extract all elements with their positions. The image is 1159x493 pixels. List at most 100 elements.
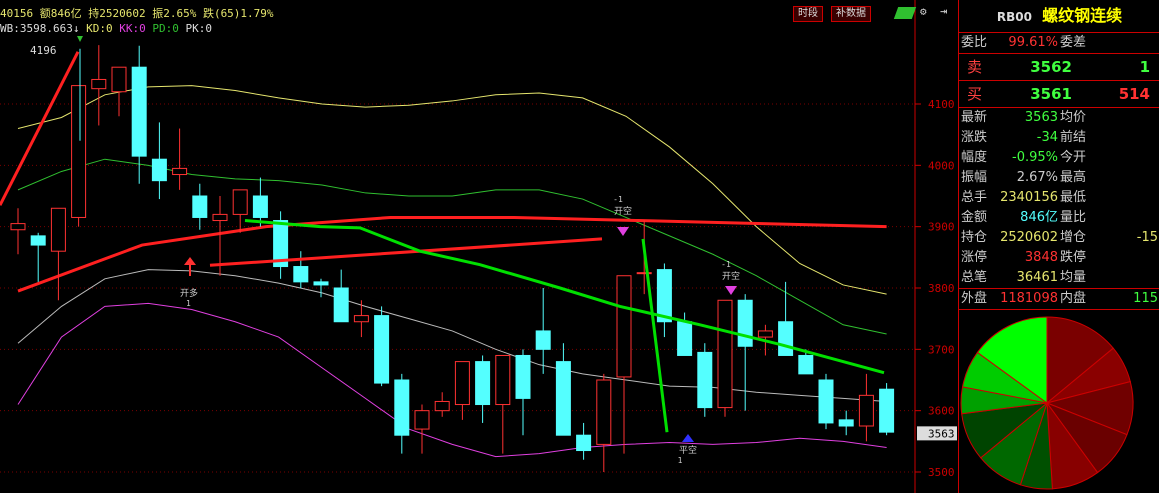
candle-body <box>495 354 511 406</box>
candle-body <box>555 361 571 436</box>
indicator-wb: WB:3598.663↓ <box>0 22 80 35</box>
quote-row: 持仓 2520602 增仓 -15 <box>961 230 1158 245</box>
outer-inner-row: 外盘 1181098 内盘 115 <box>961 291 1158 306</box>
collapse-arrow-icon[interactable]: ⇥ <box>940 4 947 18</box>
trend-line-steep <box>641 238 669 433</box>
indicator-kk: KK:0 <box>119 22 146 35</box>
buy-sell-pie <box>960 316 1134 490</box>
trend-line-support <box>209 237 603 267</box>
open-long-label: 开多 <box>180 287 198 299</box>
candle-body <box>394 379 410 436</box>
indicator-kd: KD:0 <box>86 22 113 35</box>
candle-body <box>858 394 874 427</box>
candle-body <box>838 419 854 427</box>
close-short-label: 平空 <box>679 444 697 456</box>
candle-body <box>232 189 248 215</box>
open-short-2-label: 开空 <box>722 270 740 282</box>
quote-row: 最新 3563 均价 <box>961 110 1087 125</box>
open-long-arrow-icon <box>184 257 196 265</box>
candle-body <box>879 388 895 433</box>
axis-label: 4100 <box>928 98 955 111</box>
candle-body <box>737 299 753 347</box>
lower-band <box>17 302 887 458</box>
open-short-2-count: -1 <box>721 260 731 269</box>
candle-body <box>30 235 46 246</box>
upper-band <box>17 85 887 295</box>
candle-body <box>778 321 794 356</box>
high-marker-label: 4196 <box>30 44 57 57</box>
candle-body <box>212 213 228 222</box>
axis-label: 3500 <box>928 466 955 479</box>
quote-row: 金额 846亿 量比 <box>961 210 1087 225</box>
candle-body <box>616 275 632 378</box>
close-short-arrow-icon <box>682 434 694 442</box>
candle-body <box>596 379 612 445</box>
close-short-count: 1 <box>678 456 683 465</box>
candle-body <box>535 330 551 350</box>
open-long-count: 1 <box>186 299 191 308</box>
quote-row: 总笔 36461 均量 <box>961 270 1087 285</box>
quote-row: 涨停 3848 跌停 <box>961 250 1087 265</box>
instrument-title: RB00 螺纹钢连续 <box>959 0 1159 33</box>
high-marker-arrow <box>77 36 83 42</box>
indicator-bands <box>17 85 887 458</box>
candle-body <box>677 321 693 356</box>
trade-signals: 开多1-1开空-1开空平空1 <box>180 195 740 465</box>
candle-body <box>515 354 531 399</box>
candlestick-chart[interactable]: 41004000390038003700360035003563 开多1-1开空… <box>0 0 958 493</box>
open-short-1-count: -1 <box>613 195 623 204</box>
quote-row: 委比 99.61% 委差 <box>961 35 1087 50</box>
quote-panel: RB00 螺纹钢连续 委比 99.61% 委差 卖 3562 1 买 3561 51… <box>958 0 1159 493</box>
candle-body <box>576 434 592 452</box>
candle-body <box>798 354 814 375</box>
quote-row: 幅度 -0.95% 今开 <box>961 150 1087 165</box>
bid-row: 买 3561 514 <box>967 85 1150 103</box>
candle-body <box>434 400 450 412</box>
quote-row: 总手 2340156 最低 <box>961 190 1087 205</box>
candle-body <box>353 315 369 323</box>
trend-line-up <box>0 51 80 206</box>
candle-body <box>151 158 167 182</box>
candle-body <box>293 266 309 283</box>
candle-body <box>333 287 349 323</box>
candle-body <box>252 195 268 218</box>
axis-label: 3800 <box>928 282 955 295</box>
candle-body <box>697 351 713 409</box>
candle-body <box>172 167 188 176</box>
axis-label: 4000 <box>928 159 955 172</box>
price-axis: 4100 4000 3900 3800 3700 3600 3500 3563 <box>915 98 957 479</box>
candle-body <box>91 78 107 90</box>
header-stats: 40156 额846亿 持2520602 振2.65% 跌(65)1.79% <box>0 7 274 20</box>
candle-body <box>717 299 733 409</box>
open-short-1-arrow-icon <box>617 227 629 236</box>
indicator-pk: PK:0 <box>185 22 212 35</box>
candle-body <box>71 85 87 218</box>
quote-row: 振幅 2.67% 最高 <box>961 170 1087 185</box>
supplement-data-button[interactable]: 补数据 <box>831 6 871 22</box>
candle-body <box>10 223 26 231</box>
axis-label: 3700 <box>928 343 955 356</box>
candle-body <box>374 315 390 384</box>
candle-body <box>475 361 491 406</box>
quote-fields: 最新 3563 均价 涨跌 -34 前结 幅度 -0.95% 今开 振幅 2.67% 最高 总手 2340… <box>959 108 1159 288</box>
candle-body <box>454 361 470 406</box>
open-short-2-arrow-icon <box>725 286 737 295</box>
candle-body <box>414 410 430 430</box>
candle-body <box>757 330 773 338</box>
axis-label: 3600 <box>928 405 955 418</box>
open-short-1-label: 开空 <box>614 205 632 217</box>
current-price-label: 3563 <box>928 427 955 440</box>
timeshare-button[interactable]: 时段 <box>793 6 823 22</box>
candle-body <box>313 281 329 286</box>
quote-row: 涨跌 -34 前结 <box>961 130 1087 145</box>
indicator-values: WB:3598.663↓ KD:0 KK:0 PD:0 PK:0 <box>0 22 212 35</box>
candle-body <box>111 66 127 93</box>
ma-fast-line <box>17 215 887 293</box>
candle-body <box>636 272 652 275</box>
instrument-name: 螺纹钢连续 <box>1042 6 1123 25</box>
gear-icon[interactable]: ⚙ <box>920 5 927 18</box>
candle-body <box>50 207 66 252</box>
mid-band <box>17 158 887 335</box>
axis-label: 3900 <box>928 221 955 234</box>
candle-body <box>131 66 147 157</box>
